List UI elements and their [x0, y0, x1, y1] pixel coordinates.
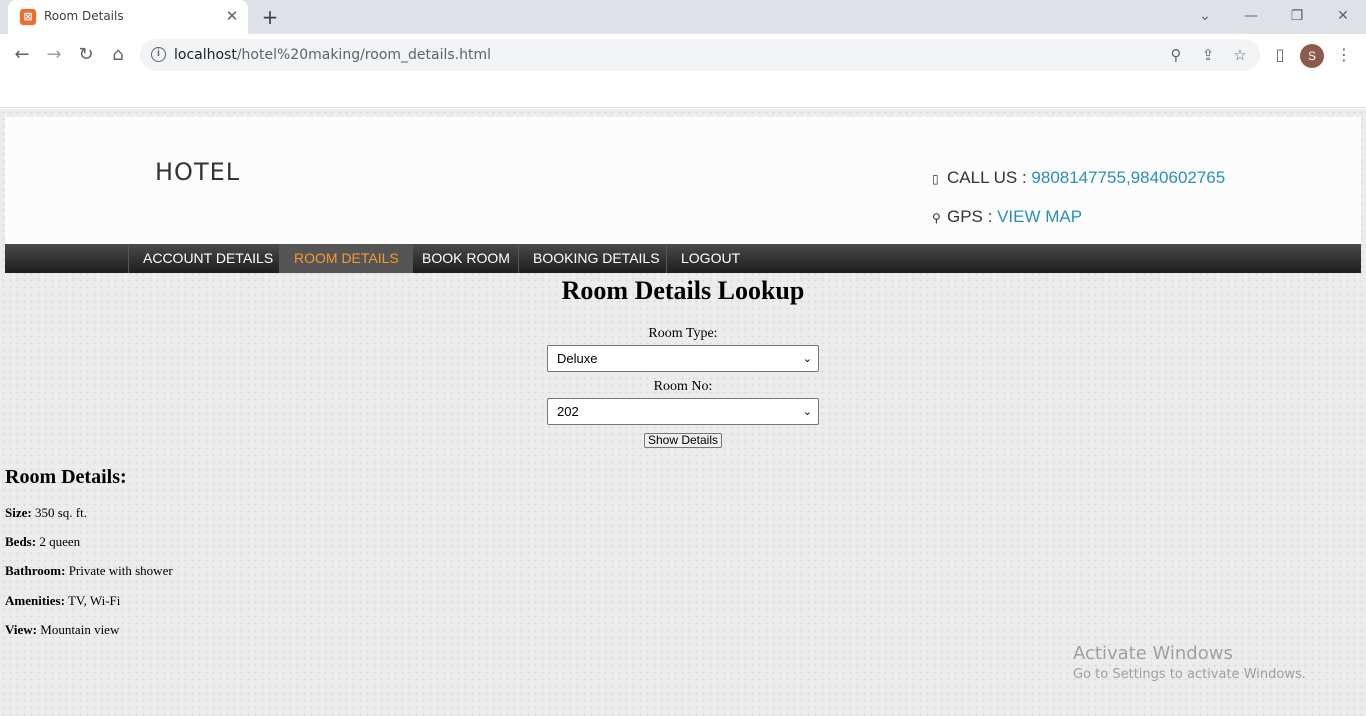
chevron-down-icon: ⌄	[802, 352, 812, 365]
nav-booking-details[interactable]: BOOKING DETAILS	[518, 244, 674, 273]
profile-avatar[interactable]: S	[1300, 44, 1324, 68]
tab-title: Room Details	[44, 9, 124, 23]
room-no-value: 202	[557, 404, 579, 419]
room-type-value: Deluxe	[557, 351, 598, 366]
nav-book-room[interactable]: BOOK ROOM	[407, 244, 524, 273]
room-type-label: Room Type:	[648, 326, 718, 341]
page-body: HOTEL ▯ CALL US : 9808147755,9840602765 ⚲…	[0, 109, 1366, 716]
detail-size: Size: 350 sq. ft.	[5, 505, 87, 520]
address-bar[interactable]: i localhost/hotel%20making/room_details.…	[140, 39, 1260, 71]
hotel-favicon-icon: ⊠	[20, 9, 36, 25]
site-logo[interactable]: HOTEL	[155, 158, 240, 186]
watermark-line2: Go to Settings to activate Windows.	[1073, 667, 1306, 682]
detail-amenities: Amenities: TV, Wi-Fi	[5, 593, 121, 608]
back-icon[interactable]: ←	[10, 43, 34, 67]
restore-icon[interactable]: ❐	[1284, 4, 1310, 28]
forward-icon[interactable]: →	[42, 43, 66, 67]
phone-icon: ▯	[932, 172, 939, 186]
call-label: CALL US :	[947, 168, 1032, 187]
gps-label: GPS :	[947, 207, 998, 226]
room-type-select[interactable]: Deluxe ⌄	[547, 345, 819, 372]
zoom-icon[interactable]: ⚲	[1164, 43, 1188, 67]
site-header: HOTEL ▯ CALL US : 9808147755,9840602765 ⚲…	[5, 117, 1361, 244]
url-text[interactable]: localhost/hotel%20making/room_details.ht…	[174, 47, 491, 63]
nav-logout[interactable]: LOGOUT	[666, 244, 754, 273]
bookmark-bar	[0, 76, 1366, 108]
browser-tab-bar: ⊠ Room Details ✕ + ⌄ — ❐ ✕	[0, 0, 1366, 34]
nav-account-details[interactable]: ACCOUNT DETAILS	[128, 244, 287, 273]
room-no-select[interactable]: 202 ⌄	[547, 398, 819, 425]
browser-tab[interactable]: ⊠ Room Details ✕	[8, 0, 248, 34]
call-us: ▯ CALL US : 9808147755,9840602765	[932, 168, 1225, 188]
close-tab-icon[interactable]: ✕	[222, 6, 242, 26]
detail-view: View: Mountain view	[5, 622, 120, 637]
menu-icon[interactable]: ⋮	[1332, 43, 1356, 67]
chevron-down-icon: ⌄	[802, 405, 812, 418]
nav-room-details[interactable]: ROOM DETAILS	[279, 244, 413, 273]
gps: ⚲ GPS : VIEW MAP	[932, 207, 1082, 227]
windows-activation-watermark: Activate Windows Go to Settings to activ…	[1073, 643, 1306, 682]
detail-bathroom: Bathroom: Private with shower	[5, 563, 173, 578]
map-pin-icon: ⚲	[932, 211, 941, 225]
view-map-link[interactable]: VIEW MAP	[997, 207, 1082, 226]
room-no-label: Room No:	[653, 379, 713, 394]
watermark-line1: Activate Windows	[1073, 643, 1233, 664]
header-wave-edge	[5, 113, 1361, 121]
minimize-icon[interactable]: —	[1238, 4, 1264, 28]
home-icon[interactable]: ⌂	[106, 43, 130, 67]
close-window-icon[interactable]: ✕	[1330, 4, 1356, 28]
sidebar-icon[interactable]: ▯	[1268, 43, 1292, 67]
share-icon[interactable]: ⇪	[1196, 43, 1220, 67]
show-details-button[interactable]: Show Details	[644, 433, 722, 448]
info-icon[interactable]: i	[151, 47, 166, 62]
new-tab-button[interactable]: +	[258, 5, 282, 29]
phone-numbers[interactable]: 9808147755,9840602765	[1031, 168, 1225, 187]
reload-icon[interactable]: ↻	[74, 43, 98, 67]
page-title: Room Details Lookup	[561, 276, 805, 305]
room-details-heading: Room Details:	[5, 466, 127, 488]
chevron-down-icon[interactable]: ⌄	[1192, 4, 1218, 28]
detail-beds: Beds: 2 queen	[5, 534, 81, 549]
main-nav: ACCOUNT DETAILS ROOM DETAILS BOOK ROOM B…	[5, 244, 1361, 273]
star-icon[interactable]: ☆	[1228, 43, 1252, 67]
browser-toolbar: ← → ↻ ⌂ i localhost/hotel%20making/room_…	[0, 34, 1366, 76]
